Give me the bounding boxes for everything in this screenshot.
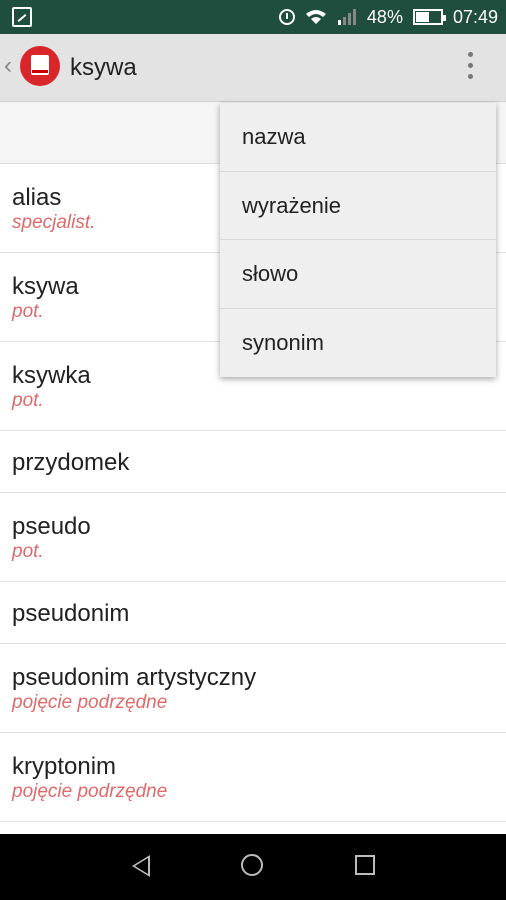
item-note: pojęcie podrzędne: [12, 781, 168, 802]
home-circle-icon[interactable]: [241, 854, 263, 876]
item-note: pot.: [12, 541, 44, 562]
app-bar: ‹ ksywa: [0, 34, 506, 102]
item-note: pot.: [12, 390, 44, 411]
list-item[interactable]: pseudonim artystyczny pojęcie podrzędne: [0, 644, 506, 733]
item-word: pseudo: [12, 513, 91, 540]
list-item[interactable]: przydomek: [0, 431, 506, 493]
battery-percent: 48%: [366, 6, 403, 27]
item-word: pseudonim artystyczny: [12, 664, 257, 691]
wifi-icon: [305, 9, 327, 25]
recents-square-icon[interactable]: [355, 855, 375, 875]
menu-item-wyrazenie[interactable]: wyrażenie: [220, 172, 496, 240]
back-triangle-icon[interactable]: [132, 855, 150, 877]
gallery-icon: [12, 7, 32, 27]
alarm-icon: [278, 9, 295, 25]
battery-icon: [412, 9, 446, 25]
list-item[interactable]: pseudo pot.: [0, 493, 506, 582]
status-bar: 48% 07:49: [0, 0, 506, 34]
signal-icon: [337, 9, 357, 25]
overflow-menu: nazwa wyrażenie słowo synonim: [220, 103, 496, 377]
item-word: pseudonim: [12, 600, 130, 627]
overflow-menu-icon[interactable]: [466, 52, 474, 84]
list-item[interactable]: kryptonim pojęcie podrzędne: [0, 733, 506, 822]
list-item[interactable]: pseudonim: [0, 582, 506, 644]
menu-item-synonim[interactable]: synonim: [220, 309, 496, 378]
item-word: przydomek: [12, 449, 130, 476]
app-logo-icon[interactable]: [20, 46, 60, 86]
back-chevron-icon[interactable]: ‹: [4, 52, 12, 80]
app-title: ksywa: [70, 54, 137, 81]
menu-item-slowo[interactable]: słowo: [220, 240, 496, 309]
clock: 07:49: [452, 6, 498, 27]
navigation-bar: [0, 834, 506, 900]
item-note: pojęcie podrzędne: [12, 692, 168, 713]
item-word: kryptonim: [12, 753, 117, 780]
menu-item-nazwa[interactable]: nazwa: [220, 103, 496, 172]
